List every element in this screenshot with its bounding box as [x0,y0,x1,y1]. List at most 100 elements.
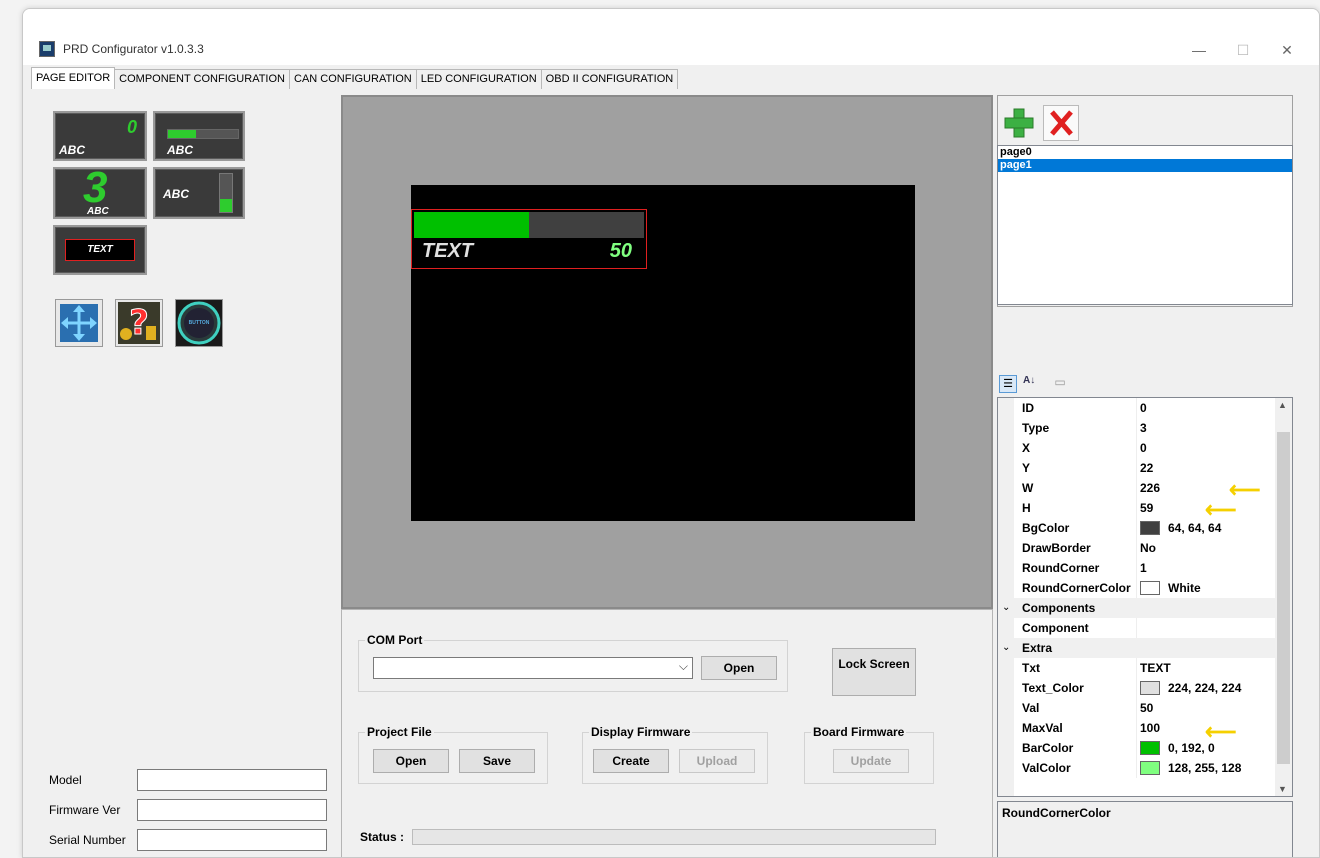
tab-page-editor[interactable]: PAGE EDITOR [31,67,116,89]
text-widget-template[interactable]: TEXT [53,225,147,275]
property-row[interactable]: DrawBorder No [998,538,1278,558]
serial-number-label: Serial Number [49,833,126,847]
property-separator [1136,458,1137,478]
property-value[interactable]: TEXT [1140,658,1171,678]
move-tool[interactable] [55,299,103,347]
property-category-label: Components [1022,601,1096,615]
property-value[interactable]: 50 [1140,698,1153,718]
propgrid-toolbar: ☰ A↓ ▭ [997,373,1077,395]
lock-screen-button[interactable]: Lock Screen [832,648,916,696]
property-row[interactable]: X0 [998,438,1278,458]
categorized-view-icon[interactable]: ☰ [999,375,1017,393]
property-pages-icon[interactable]: ▭ [1051,375,1069,393]
minimize-button[interactable]: — [1179,37,1219,63]
list-item-page1[interactable]: page1 [998,159,1292,172]
property-row[interactable]: RoundCorner 1 [998,558,1278,578]
property-row[interactable]: ID 0 [998,398,1278,418]
propgrid-scrollbar[interactable]: ▲ ▼ [1275,398,1292,796]
property-row[interactable]: Y 22 [998,458,1278,478]
property-value[interactable]: 1 [1140,558,1147,578]
sort-alphabetical-icon[interactable]: A↓ [1023,375,1035,386]
property-separator [1136,618,1137,638]
property-separator [1136,578,1137,598]
model-field[interactable] [137,769,327,791]
property-separator [1136,498,1137,518]
board-firmware-group: Board Firmware Update [804,725,934,784]
button-tool[interactable]: BUTTON [175,299,223,347]
upload-firmware-button[interactable]: Upload [679,749,755,773]
property-name: H [1022,501,1031,515]
tab-led-configuration[interactable]: LED CONFIGURATION [415,69,542,89]
com-port-dropdown[interactable]: ⌵ [373,657,693,679]
property-category[interactable]: ⌄ Extra [998,638,1278,658]
controls-panel: COM Port ⌵ Open Lock Screen Project File… [341,609,993,857]
scroll-up-icon[interactable]: ▲ [1278,400,1287,410]
tab-obd-ii-configuration[interactable]: OBD II CONFIGURATION [540,69,679,89]
page-preview-area: TEXT 50 [341,95,993,609]
property-row[interactable]: Component [998,618,1278,638]
property-value[interactable]: 3 [1140,418,1147,438]
property-name: Txt [1022,661,1040,675]
big-number-widget-template[interactable]: 3 ABC [53,163,147,219]
property-value[interactable]: No [1140,538,1156,558]
property-separator [1136,538,1137,558]
property-row[interactable]: Text_Color 224, 224, 224 [998,678,1278,698]
property-separator [1136,718,1137,738]
com-port-open-button[interactable]: Open [701,656,777,680]
property-row[interactable]: Type 3 [998,418,1278,438]
vbar-track [219,173,233,213]
property-name: BarColor [1022,741,1074,755]
property-value[interactable]: 0 [1140,438,1147,458]
tab-component-configuration[interactable]: COMPONENT CONFIGURATION [114,69,290,89]
close-button[interactable]: ✕ [1267,37,1307,63]
property-name: W [1022,481,1034,495]
property-row[interactable]: Txt TEXT [998,658,1278,678]
scroll-thumb[interactable] [1277,432,1290,764]
property-row[interactable]: RoundCornerColor White [998,578,1278,598]
display-screen[interactable]: TEXT 50 [411,185,915,521]
property-value[interactable]: 224, 224, 224 [1140,678,1241,698]
property-category[interactable]: ⌄ Components [998,598,1278,618]
numeric-widget-template[interactable]: 0 ABC [53,111,147,161]
collapse-chevron-icon[interactable]: ⌄ [1002,598,1010,618]
window-title: PRD Configurator v1.0.3.3 [63,42,204,56]
list-item-page0[interactable]: page0 [998,146,1292,159]
property-value[interactable]: 0, 192, 0 [1140,738,1215,758]
property-row[interactable]: Val 50 [998,698,1278,718]
property-value-text: White [1168,581,1201,595]
vertical-bar-widget-template[interactable]: ABC [153,167,245,219]
serial-number-field[interactable] [137,829,327,851]
scroll-down-icon[interactable]: ▼ [1278,784,1287,794]
selected-bar-component[interactable]: TEXT 50 [411,209,647,269]
property-value[interactable]: 22 [1140,458,1153,478]
tab-can-configuration[interactable]: CAN CONFIGURATION [289,69,417,89]
property-separator [1136,398,1137,418]
property-value-text: 0 [1140,441,1147,455]
property-name: MaxVal [1022,721,1063,735]
firmware-ver-field[interactable] [137,799,327,821]
horizontal-bar-widget-template[interactable]: ABC [153,111,245,161]
property-separator [1136,698,1137,718]
create-firmware-button[interactable]: Create [593,749,669,773]
add-page-button[interactable] [1001,105,1037,141]
property-value[interactable]: 100 [1140,718,1160,738]
property-separator [1136,758,1137,778]
highlight-arrow-icon: ⟵ [1205,719,1237,744]
property-value[interactable]: 59 [1140,498,1153,518]
property-row[interactable]: ValColor 128, 255, 128 [998,758,1278,778]
project-open-button[interactable]: Open [373,749,449,773]
property-value[interactable]: 226 [1140,478,1160,498]
project-save-button[interactable]: Save [459,749,535,773]
maximize-button[interactable]: ☐ [1223,37,1263,63]
property-value[interactable]: White [1140,578,1201,598]
preview-bar-track [414,212,644,238]
question-mark-icon: ? [118,302,160,344]
property-value[interactable]: 128, 255, 128 [1140,758,1241,778]
property-value[interactable]: 0 [1140,398,1147,418]
help-text: RoundCornerColor [1002,806,1111,820]
update-board-firmware-button[interactable]: Update [833,749,909,773]
page-list[interactable]: page0 page1 [997,145,1293,305]
delete-page-button[interactable] [1043,105,1079,141]
unknown-component-tool[interactable]: ? [115,299,163,347]
collapse-chevron-icon[interactable]: ⌄ [1002,638,1010,658]
